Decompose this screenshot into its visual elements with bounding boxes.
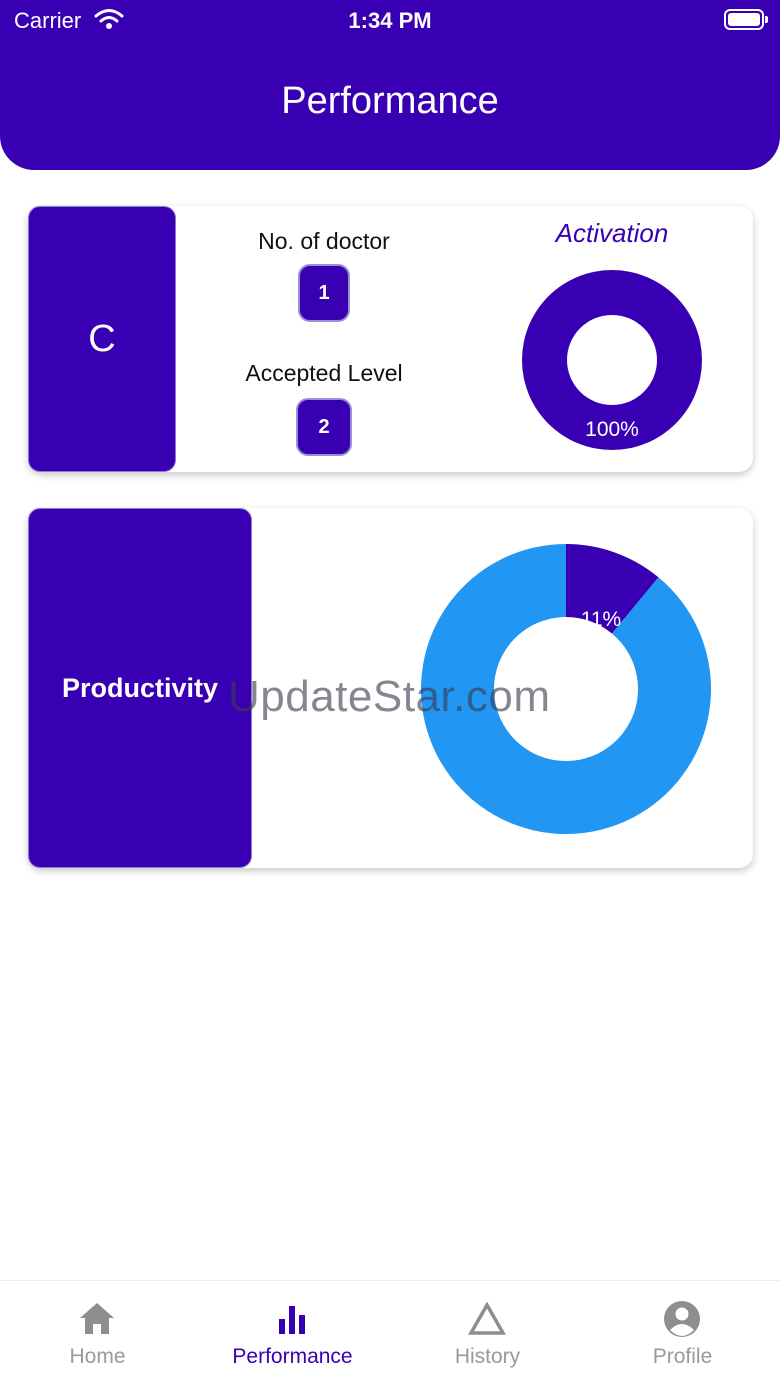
activation-title: Activation — [555, 218, 669, 248]
tab-history[interactable]: History — [390, 1281, 585, 1387]
productivity-percent-label: 11% — [581, 608, 621, 631]
bottom-tab-bar: Home Performance History Profile — [0, 1280, 780, 1387]
battery-icon — [724, 9, 768, 30]
accepted-level-label: Accepted Level — [245, 360, 403, 386]
page-title: Performance — [281, 80, 499, 122]
triangle-icon — [467, 1301, 507, 1335]
activation-donut-chart: 100% — [522, 270, 702, 450]
tab-home-label: Home — [69, 1345, 126, 1368]
tab-profile-label: Profile — [652, 1345, 713, 1368]
status-bar: Carrier 1:34 PM — [0, 0, 780, 42]
accepted-level-value: 2 — [296, 398, 352, 456]
tab-profile[interactable]: Profile — [585, 1281, 780, 1387]
tab-performance[interactable]: Performance — [195, 1281, 390, 1387]
bar-chart-icon — [279, 1306, 305, 1334]
activation-percent-label: 100% — [585, 418, 639, 441]
doctor-count-value: 1 — [298, 264, 350, 322]
home-icon — [80, 1303, 114, 1334]
profile-icon — [664, 1301, 700, 1337]
app-header: Carrier 1:34 PM Performance — [0, 0, 780, 170]
doctor-count-label: No. of doctor — [258, 228, 390, 254]
grade-badge: C — [28, 206, 176, 472]
watermark: UpdateStar.com — [228, 672, 551, 721]
tab-home[interactable]: Home — [0, 1281, 195, 1387]
productivity-label: Productivity — [28, 508, 252, 868]
summary-card: C No. of doctor 1 Accepted Level 2 Activ… — [28, 206, 753, 472]
tab-performance-label: Performance — [232, 1345, 353, 1368]
tab-history-label: History — [454, 1345, 521, 1368]
status-time: 1:34 PM — [348, 8, 432, 33]
